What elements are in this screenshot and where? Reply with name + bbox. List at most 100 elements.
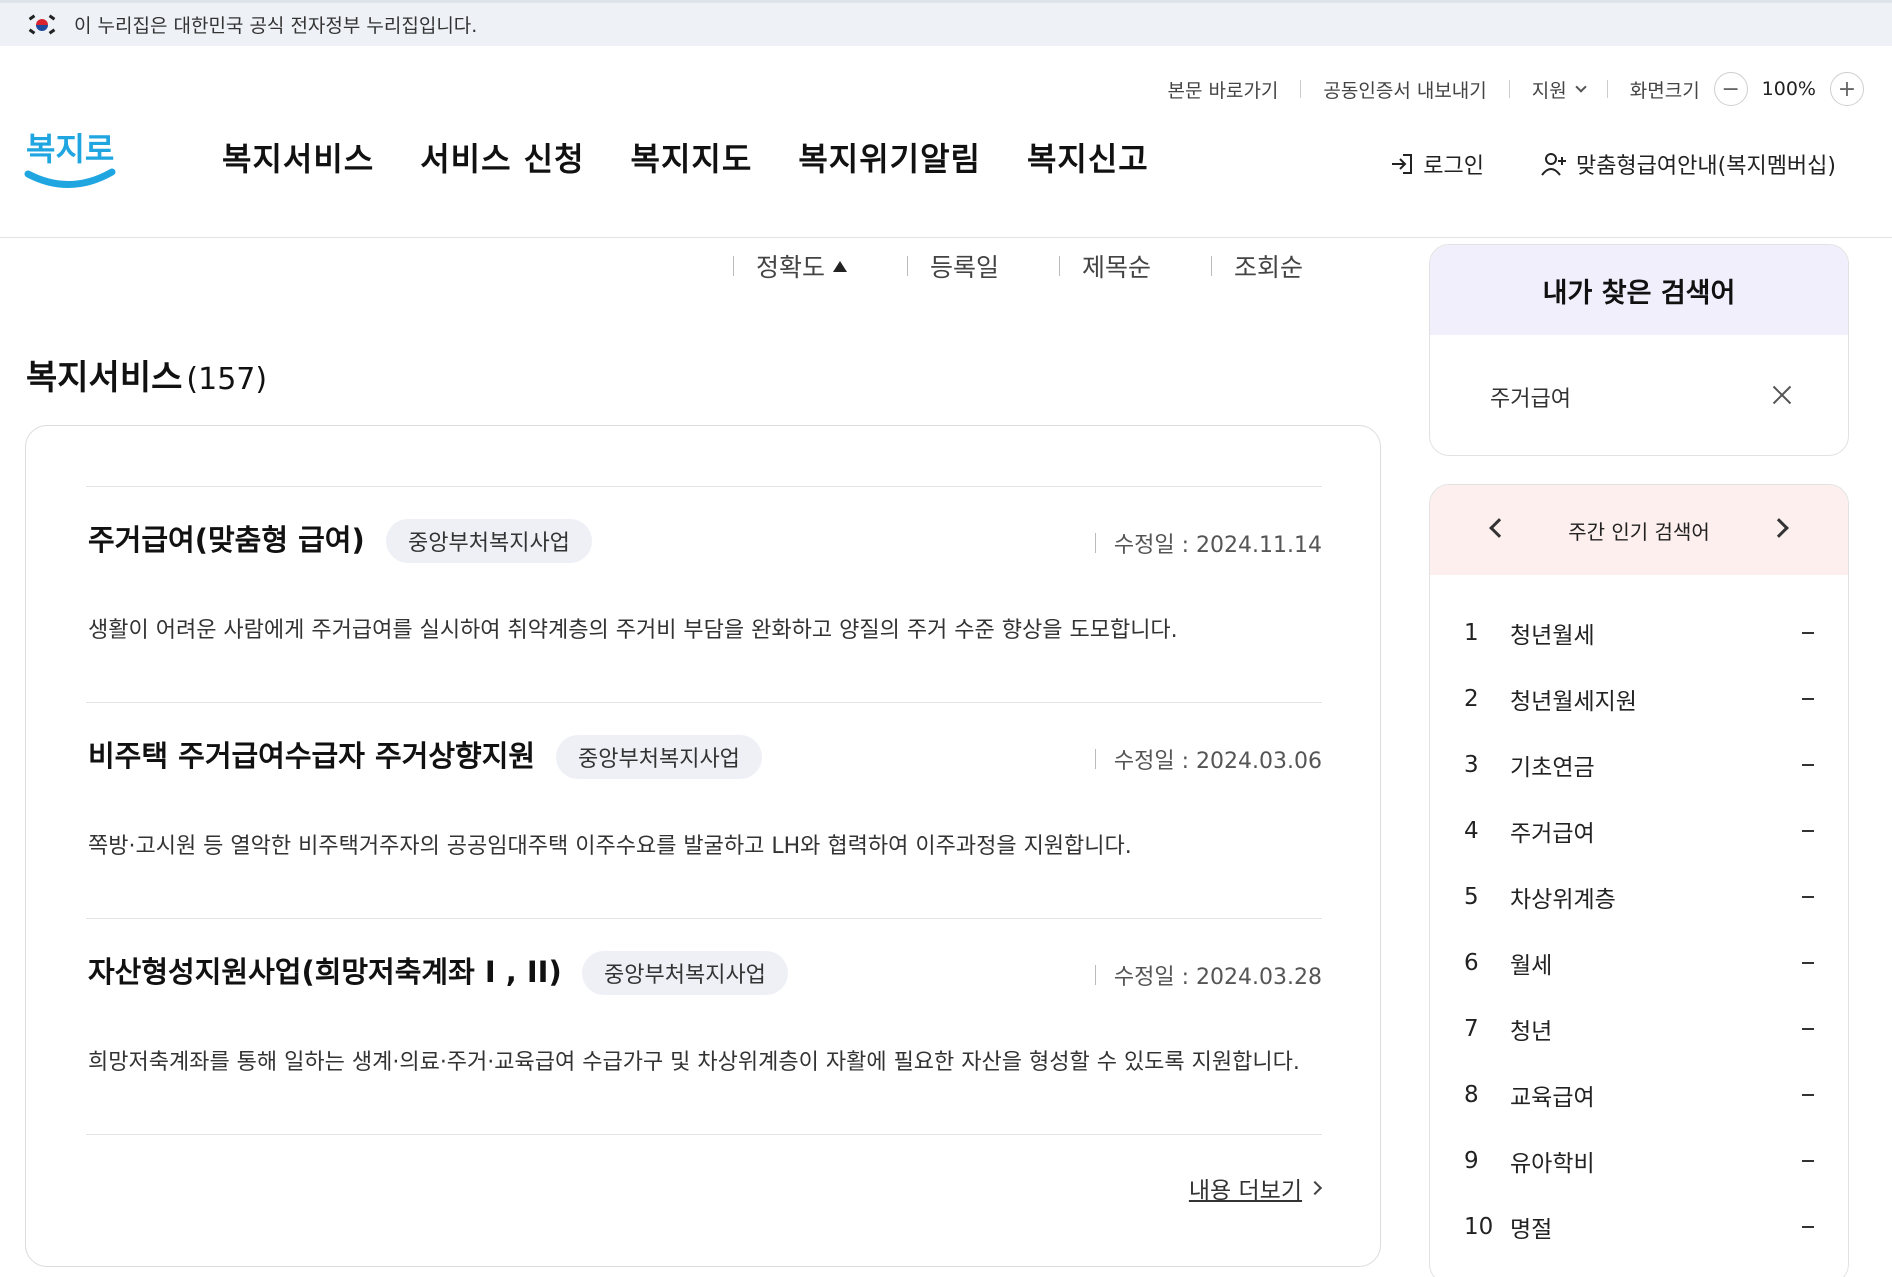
popular-item[interactable]: 4 주거급여: [1430, 798, 1848, 864]
popular-item[interactable]: 9 유아학비: [1430, 1128, 1848, 1194]
rank-change-icon: [1802, 896, 1814, 898]
rank-number: 3: [1464, 752, 1479, 778]
sort-accuracy[interactable]: 정확도: [733, 248, 848, 284]
gov-banner: 이 누리집은 대한민국 공식 전자정부 누리집입니다.: [0, 0, 1892, 46]
popular-list: 1 청년월세 2 청년월세지원 3 기초연금 4 주거급여 5 차상위계층 6 월세 7 청년…: [1430, 600, 1848, 1260]
gov-banner-text[interactable]: 이 누리집은 대한민국 공식 전자정부 누리집입니다.: [74, 11, 477, 38]
korea-flag-icon: [28, 14, 56, 36]
result-item[interactable]: 비주택 주거급여수급자 주거상향지원 중앙부처복지사업 수정일 : 2024.0…: [86, 702, 1322, 918]
main-nav: 복지서비스 서비스 신청 복지지도 복지위기알림 복지신고: [222, 134, 1195, 180]
results-card: 주거급여(맞춤형 급여) 중앙부처복지사업 수정일 : 2024.11.14 생…: [25, 425, 1381, 1267]
result-description: 생활이 어려운 사람에게 주거급여를 실시하여 취약계층의 주거비 부담을 완화…: [88, 618, 1178, 643]
result-title[interactable]: 비주택 주거급여수급자 주거상향지원: [88, 733, 535, 775]
bokjiro-logo-icon: 복지로: [24, 130, 116, 188]
support-dropdown[interactable]: 지원: [1531, 76, 1587, 103]
rank-keyword: 청년월세: [1510, 623, 1595, 649]
login-label: 로그인: [1423, 154, 1484, 179]
category-badge: 중앙부처복지사업: [386, 519, 592, 563]
rank-number: 2: [1464, 686, 1479, 712]
popular-item[interactable]: 5 차상위계층: [1430, 864, 1848, 930]
result-count: (157): [186, 362, 268, 397]
popular-item[interactable]: 6 월세: [1430, 930, 1848, 996]
result-description: 쪽방·고시원 등 열악한 비주택거주자의 공공임대주택 이주수요를 발굴하고 L…: [88, 834, 1132, 859]
divider: [86, 1134, 1322, 1135]
modified-date: 수정일 : 2024.11.14: [1095, 527, 1322, 559]
section-title-text: 복지서비스: [26, 358, 183, 398]
result-item[interactable]: 자산형성지원사업(희망저축계좌 I , II) 중앙부처복지사업 수정일 : 2…: [86, 918, 1322, 1134]
nav-service-apply[interactable]: 서비스 신청: [420, 134, 584, 180]
my-search-box: 내가 찾은 검색어 주거급여: [1429, 244, 1849, 456]
chevron-down-icon: [1575, 80, 1587, 93]
nav-welfare-map[interactable]: 복지지도: [631, 134, 753, 180]
chevron-right-icon: [1307, 1180, 1323, 1196]
popular-title: 주간 인기 검색어: [1568, 519, 1710, 544]
zoom-out-button[interactable]: −: [1713, 72, 1748, 106]
popular-item[interactable]: 3 기초연금: [1430, 732, 1848, 798]
result-title[interactable]: 자산형성지원사업(희망저축계좌 I , II): [88, 949, 562, 991]
popular-item[interactable]: 1 청년월세: [1430, 600, 1848, 666]
rank-number: 6: [1464, 950, 1479, 976]
popular-item[interactable]: 7 청년: [1430, 996, 1848, 1062]
login-icon: [1392, 154, 1413, 174]
rank-keyword: 청년월세지원: [1510, 689, 1637, 715]
section-title: 복지서비스 (157): [26, 350, 267, 399]
zoom-in-button[interactable]: +: [1830, 72, 1864, 106]
category-badge: 중앙부처복지사업: [556, 735, 762, 779]
result-title[interactable]: 주거급여(맞춤형 급여): [88, 517, 365, 559]
rank-keyword: 교육급여: [1510, 1085, 1595, 1111]
rank-number: 9: [1464, 1148, 1479, 1174]
member-menu: 로그인 맞춤형급여안내(복지멤버십): [1389, 148, 1836, 180]
rank-change-icon: [1802, 1028, 1814, 1030]
rank-change-icon: [1802, 830, 1814, 832]
sort-views[interactable]: 조회순: [1211, 248, 1303, 284]
modified-date: 수정일 : 2024.03.28: [1095, 959, 1322, 991]
sort-up-icon: [833, 260, 848, 272]
skip-to-content-link[interactable]: 본문 바로가기: [1167, 76, 1278, 103]
rank-keyword: 월세: [1510, 953, 1553, 979]
rank-change-icon: [1802, 1094, 1814, 1096]
login-button[interactable]: 로그인: [1389, 148, 1484, 180]
sort-accuracy-label: 정확도: [756, 253, 826, 282]
popular-header: 주간 인기 검색어: [1430, 485, 1848, 575]
my-search-term[interactable]: 주거급여: [1490, 381, 1571, 413]
rank-change-icon: [1802, 1226, 1814, 1228]
cert-export-link[interactable]: 공동인증서 내보내기: [1323, 76, 1486, 103]
popular-item[interactable]: 2 청년월세지원: [1430, 666, 1848, 732]
sort-title[interactable]: 제목순: [1059, 248, 1151, 284]
chevron-right-icon[interactable]: [1769, 518, 1789, 538]
rank-keyword: 주거급여: [1510, 821, 1595, 847]
sort-bar: 정확도 등록일 제목순 조회순: [733, 248, 1303, 284]
rank-number: 5: [1464, 884, 1479, 910]
nav-welfare-service[interactable]: 복지서비스: [222, 134, 374, 180]
popular-item[interactable]: 10 명절: [1430, 1194, 1848, 1260]
rank-change-icon: [1802, 962, 1814, 964]
rank-change-icon: [1802, 698, 1814, 700]
sort-date[interactable]: 등록일: [907, 248, 999, 284]
chevron-left-icon[interactable]: [1489, 518, 1509, 538]
rank-keyword: 차상위계층: [1510, 887, 1616, 913]
result-description: 희망저축계좌를 통해 일하는 생계·의료·주거·교육급여 수급가구 및 차상위계…: [88, 1050, 1300, 1075]
popular-item[interactable]: 8 교육급여: [1430, 1062, 1848, 1128]
more-link[interactable]: 내용 더보기: [1188, 1171, 1323, 1205]
zoom-value: 100%: [1761, 78, 1816, 100]
rank-keyword: 유아학비: [1510, 1151, 1595, 1177]
user-plus-icon: [1541, 153, 1566, 176]
more-link-label: 내용 더보기: [1188, 1178, 1302, 1204]
modified-date: 수정일 : 2024.03.06: [1095, 743, 1322, 775]
screen-size-label: 화면크기: [1629, 79, 1700, 102]
nav-crisis-alert[interactable]: 복지위기알림: [798, 134, 981, 180]
nav-welfare-report[interactable]: 복지신고: [1027, 134, 1149, 180]
utility-menu: 본문 바로가기 공동인증서 내보내기 지원 화면크기 − 100% +: [1167, 72, 1864, 106]
close-icon[interactable]: [1772, 385, 1792, 405]
rank-change-icon: [1802, 632, 1814, 634]
rank-keyword: 명절: [1510, 1217, 1553, 1243]
rank-number: 1: [1464, 620, 1479, 646]
category-badge: 중앙부처복지사업: [582, 951, 788, 995]
membership-button[interactable]: 맞춤형급여안내(복지멤버십): [1540, 148, 1836, 180]
result-item[interactable]: 주거급여(맞춤형 급여) 중앙부처복지사업 수정일 : 2024.11.14 생…: [86, 486, 1322, 702]
bokjiro-logo[interactable]: 복지로: [24, 116, 116, 196]
rank-number: 8: [1464, 1082, 1479, 1108]
my-search-title: 내가 찾은 검색어: [1430, 245, 1848, 335]
support-label: 지원: [1531, 79, 1567, 102]
rank-change-icon: [1802, 764, 1814, 766]
